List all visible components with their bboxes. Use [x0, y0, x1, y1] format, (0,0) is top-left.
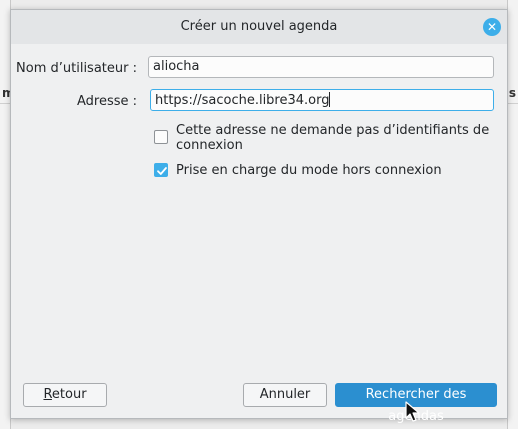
- dialog-titlebar: Créer un nouvel agenda ✕: [11, 10, 507, 44]
- offline-mode-checkbox[interactable]: [154, 163, 168, 177]
- create-calendar-dialog: Créer un nouvel agenda ✕ Nom d’utilisate…: [10, 9, 508, 424]
- offline-mode-label[interactable]: Prise en charge du mode hors connexion: [176, 163, 442, 178]
- close-icon[interactable]: ✕: [483, 18, 501, 36]
- background-divider: [508, 103, 518, 104]
- mouse-cursor-icon: [405, 401, 420, 422]
- back-button[interactable]: Retour: [23, 383, 107, 407]
- checkmark-icon: [157, 167, 167, 175]
- address-label: Adresse :: [76, 94, 137, 109]
- address-value: https://sacoche.libre34.org: [155, 93, 330, 108]
- no-credentials-label-line1: Cette adresse ne demande pas d’identifia…: [176, 123, 490, 138]
- background-divider: [0, 103, 10, 104]
- no-credentials-label[interactable]: Cette adresse ne demande pas d’identifia…: [176, 123, 496, 153]
- cancel-button[interactable]: Annuler: [243, 383, 327, 407]
- address-field[interactable]: https://sacoche.libre34.org: [150, 89, 494, 111]
- username-value: aliocha: [153, 59, 200, 74]
- text-caret: [329, 92, 331, 107]
- background-text-fragment: s: [508, 86, 516, 100]
- dialog-title: Créer un nouvel agenda: [180, 19, 338, 34]
- background-right-column: [507, 0, 518, 429]
- username-field[interactable]: aliocha: [148, 56, 494, 78]
- username-label: Nom d’utilisateur :: [16, 61, 137, 76]
- no-credentials-checkbox[interactable]: [154, 130, 168, 144]
- no-credentials-label-line2: connexion: [176, 138, 243, 153]
